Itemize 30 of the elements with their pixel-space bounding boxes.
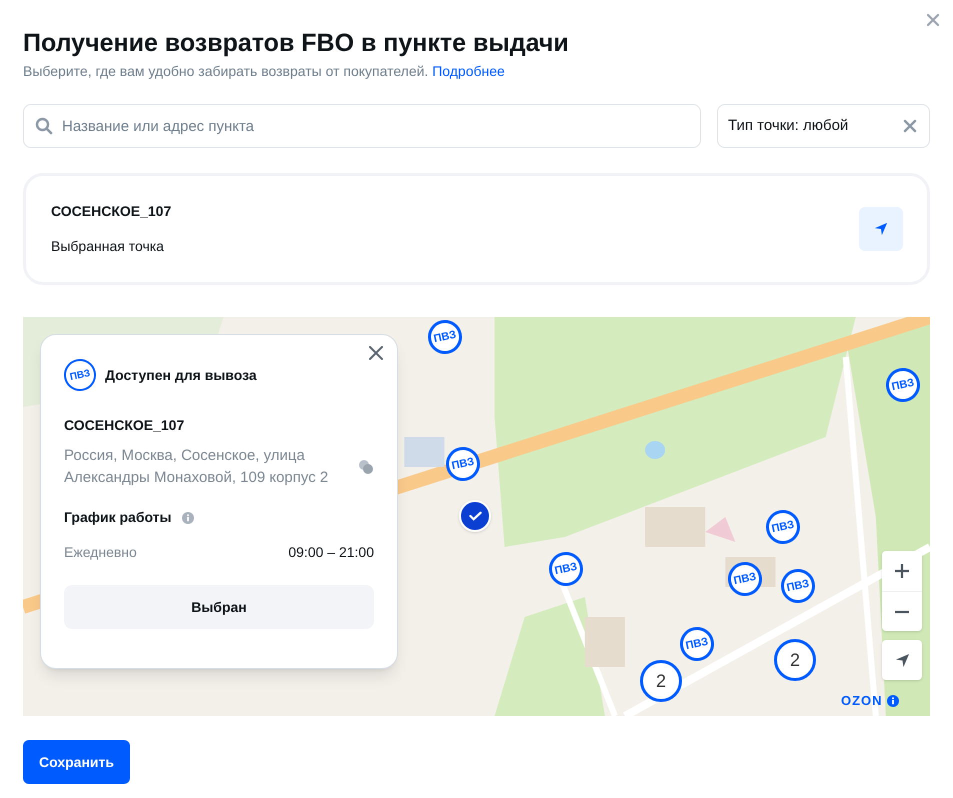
point-name: СОСЕНСКОЕ_107 <box>51 202 172 221</box>
more-link[interactable]: Подробнее <box>432 63 505 79</box>
schedule-day: Ежедневно <box>64 542 137 563</box>
point-name: СОСЕНСКОЕ_107 <box>64 416 184 435</box>
clear-icon[interactable] <box>903 119 917 133</box>
save-button[interactable]: Сохранить <box>23 740 130 784</box>
schedule-title: График работы <box>64 508 172 527</box>
locate-button[interactable] <box>859 207 903 251</box>
popup-close-icon[interactable] <box>369 346 383 360</box>
schedule-hours: 09:00 – 21:00 <box>288 543 374 562</box>
filter-label: Тип точки: любой <box>728 116 848 136</box>
subtitle: Выберите, где вам удобно забирать возвраты от покупателей. Подробнее <box>23 62 505 81</box>
navigation-arrow-icon <box>894 652 910 668</box>
info-icon[interactable] <box>886 695 899 707</box>
copy-icon[interactable] <box>358 459 374 475</box>
close-icon[interactable] <box>925 12 941 28</box>
availability-status: Доступен для вывоза <box>105 366 257 385</box>
selected-button[interactable]: Выбран <box>64 585 374 629</box>
point-caption: Выбранная точка <box>51 237 164 256</box>
pickup-point-badge: ПВЗ <box>61 356 99 394</box>
search-field[interactable]: Название или адрес пункта <box>23 104 701 148</box>
point-type-filter[interactable]: Тип точки: любой <box>717 104 930 148</box>
my-location-button[interactable] <box>882 640 922 680</box>
check-icon <box>468 511 482 521</box>
point-address: Россия, Москва, Сосенское, улица Александры Монаховой, 109 корпус 2 <box>64 446 329 488</box>
map-logo: OZON <box>841 694 883 708</box>
search-icon <box>35 117 53 135</box>
map[interactable]: ПВЗ ПВЗ ПВЗ ПВЗ ПВЗ ПВЗ ПВЗ ПВЗ 2 2 ПВЗ Доступен для вывоза СОСЕНСКОЕ_107 Россия, Москва, Сосенское, улица Александры Монаховой, 109 корпус 2 График работы Ежедневно 09:00 – 21:00 Выбран OZON <box>23 317 930 716</box>
dialog-title: Получение возвратов FBO в пункте выдачи <box>23 28 569 58</box>
navigation-arrow-icon <box>874 222 888 236</box>
